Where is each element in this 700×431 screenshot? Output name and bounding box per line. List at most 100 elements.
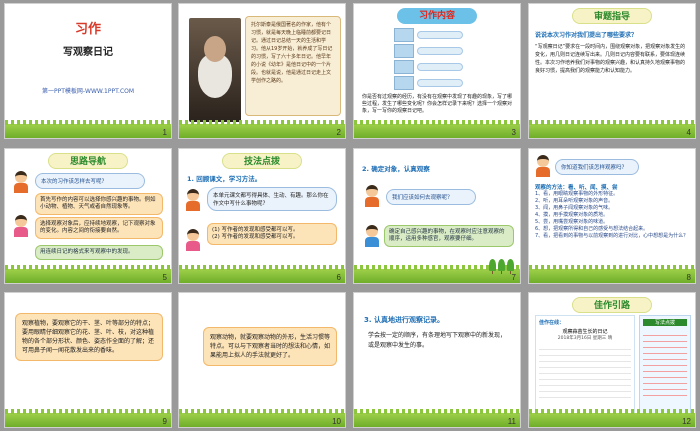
list-item: 3、闻，用鼻子闻观察对象的气味。 (535, 205, 614, 211)
text-scroll: 托尔斯泰是俄国著名的作家，他有个习惯，就是每天晚上临睡前都要记日记。通过日记总结… (245, 16, 341, 116)
list-item: 6、想，把观察所得和自己的感受与想法结合起来。 (535, 226, 649, 232)
slide-thumbnail-7[interactable]: 2. 确定对象，认真观察 我们应该如何去观察呢？ 确定自己感兴趣的事物，在观察时… (353, 148, 521, 284)
list-item (394, 44, 520, 58)
content-box: 观察动物，就要观察动物的外形，生活习惯等特点。可以与下观察者当时的想法和心情，如… (203, 327, 337, 366)
point: (1) 写作者的发现和感受都可以写。 (212, 227, 299, 233)
slide-number: 12 (682, 417, 691, 426)
tree-decoration (489, 259, 514, 274)
item-label (417, 47, 463, 55)
slide-thumbnail-12[interactable]: 佳作引路 佳作在线： 观察蒜苗生长的日记 2018年3月16日 星期三 晴 写法… (528, 292, 696, 428)
slide-thumbnail-1[interactable]: 习作 写观察日记 第一PPT模板网-WWW.1PPT.COM 1 (4, 3, 172, 139)
diary-title: 观察蒜苗生长的日记 (562, 329, 608, 335)
grass-decoration (179, 409, 345, 427)
essay-text (539, 344, 631, 400)
grass-decoration (179, 120, 345, 138)
speech-bubble: 我们应该如何去观察呢？ (386, 189, 476, 205)
photo-icon (394, 60, 414, 74)
slide-heading: 3. 认真地进行观察记录。 (364, 316, 444, 324)
slide-thumbnail-2[interactable]: 托尔斯泰是俄国著名的作家，他有个习惯，就是每天晚上临睡前都要记日记。通过日记总结… (178, 3, 346, 139)
slide-thumbnail-11[interactable]: 3. 认真地进行观察记录。 学会按一定的顺序，有条理地写下观察中的新发现，或是观… (353, 292, 521, 428)
grass-decoration (529, 409, 695, 427)
slide-thumbnail-5[interactable]: 思路导航 本次的习作该怎样去写呢？ 首先写作的内容可以选择你感兴趣的事物。例如小… (4, 148, 172, 284)
photo-icon (394, 44, 414, 58)
photo-icon (394, 76, 414, 90)
grass-decoration (5, 265, 171, 283)
tip-box: 选择观察对象后，应持续地观察，记下观察对象的变化。内容之间的衔接要自然。 (35, 217, 163, 239)
list-item (394, 60, 520, 74)
slide-heading: 2. 确定对象，认真观察 (362, 165, 430, 173)
slide-thumbnail-8[interactable]: 你知道我们该怎样观察吗？ 观察的方法：看、听、闻、摸、尝 1、看，用眼睛观察事物… (528, 148, 696, 284)
slide-number: 6 (336, 273, 341, 282)
photo-icon (394, 28, 414, 42)
grass-decoration (529, 120, 695, 138)
speech-bubble: 你知道我们该怎样观察吗？ (555, 159, 639, 175)
tips-panel: 写法点拨 (639, 315, 691, 415)
list-item: 2、听，用耳朵听观察对象的声音。 (535, 198, 614, 204)
grass-decoration (5, 120, 171, 138)
essay-panel: 佳作在线： 观察蒜苗生长的日记 2018年3月16日 星期三 晴 (535, 315, 635, 415)
slide-heading: 1. 回顾课文，学习方法。 (187, 175, 262, 183)
slide-subtitle: 写观察日记 (63, 47, 113, 58)
tip-box: 用连续日记的格式来写观察中的发现。 (35, 245, 163, 260)
slide-number: 4 (686, 128, 691, 137)
item-label (417, 79, 463, 87)
slide-body: 你是否有过观察的经历，有没有在观察中发现了有趣的现象，写了哪些过程，发生了哪些变… (362, 94, 513, 114)
point: (2) 写作者的发现和感受都可以写。 (212, 234, 299, 240)
slide-thumbnail-9[interactable]: 观察植物，要观察它的干、茎、叶等部分的特点；要用眼睛仔细观察它的花、茎、叶、枝，… (4, 292, 172, 428)
slide-title: 习作 (74, 22, 101, 37)
portrait-image (189, 18, 241, 122)
slide-number: 1 (162, 128, 167, 137)
grass-decoration (179, 265, 345, 283)
slide-body: “写观察日记”要求在一段时间内，围绕观察对象，把观察对象发生的变化，用几则日记连… (535, 44, 686, 74)
diary-date: 2018年3月16日 星期三 晴 (557, 336, 613, 341)
slide-number: 2 (336, 128, 341, 137)
slide-footer: 第一PPT模板网-WWW.1PPT.COM (41, 88, 135, 95)
child-illustration (185, 229, 201, 251)
slide-banner: 习作内容 (397, 8, 477, 24)
item-label (417, 63, 463, 71)
slide-question: 说说本次习作对我们提出了哪些要求？ (535, 32, 638, 39)
slide-number: 8 (686, 273, 691, 282)
child-illustration (535, 155, 551, 177)
slide-body: 学会按一定的顺序，有条理地写下观察中的新发现，或是观察中发生的事。 (368, 332, 507, 349)
slide-banner: 技法点拨 (222, 153, 302, 169)
child-illustration (185, 189, 201, 211)
grass-decoration (5, 409, 171, 427)
slide-number: 11 (507, 417, 516, 426)
child-illustration (364, 185, 380, 207)
slide-banner: 思路导航 (48, 153, 128, 169)
list-item (394, 28, 520, 42)
list-item: 1、看，用眼睛观察事物的外形特征。 (535, 191, 619, 197)
slide-banner: 佳作引路 (572, 297, 652, 313)
slide-number: 5 (162, 273, 167, 282)
list-item (394, 76, 520, 90)
grass-decoration (354, 265, 520, 283)
slide-number: 3 (511, 128, 516, 137)
speech-bubble: 本次的习作该怎样去写呢？ (35, 173, 145, 189)
panel-title: 写法点拨 (643, 319, 687, 326)
tip-box: 确定自己感兴趣的事物，在观察时应注意观察的顺序，运用多种感官，观察要仔细。 (384, 225, 514, 247)
child-illustration (364, 225, 380, 247)
grass-decoration (354, 409, 520, 427)
text-bubble: 本单元课文都写得具体、生动、有趣。那么你在作文中写什么事物呢？ (207, 187, 337, 211)
content-box: 观察植物，要观察它的干、茎、叶等部分的特点；要用眼睛仔细观察它的花、茎、叶、枝，… (15, 313, 163, 361)
slide-thumbnail-3[interactable]: 习作内容 你是否有过观察的经历，有没有在观察中发现了有趣的现象，写了哪些过程，发… (353, 3, 521, 139)
grass-decoration (354, 120, 520, 138)
points-box: (1) 写作者的发现和感受都可以写。 (2) 写作者的发现和感受都可以写。 (207, 223, 337, 245)
tip-box: 首先写作的内容可以选择你感兴趣的事物。例如小动物、植物、天气或者自然现象等。 (35, 193, 163, 215)
image-list (394, 28, 520, 90)
item-label (417, 31, 463, 39)
slide-thumbnail-10[interactable]: 观察动物，就要观察动物的外形，生活习惯等特点。可以与下观察者当时的想法和心情，如… (178, 292, 346, 428)
senses-heading: 观察的方法：看、听、闻、摸、尝 (535, 185, 618, 191)
slide-banner: 审题指导 (572, 8, 652, 24)
child-illustration (13, 171, 29, 193)
slide-grid: 习作 写观察日记 第一PPT模板网-WWW.1PPT.COM 1 托尔斯泰是俄国… (0, 0, 700, 431)
slide-thumbnail-6[interactable]: 技法点拨 1. 回顾课文，学习方法。 本单元课文都写得具体、生动、有趣。那么你在… (178, 148, 346, 284)
panel-title: 佳作在线： (539, 320, 565, 326)
list-item: 7、看，把看到的事物与以前观察到的进行对比，心中想想是为什么？ (535, 233, 689, 239)
grass-decoration (529, 265, 695, 283)
slide-thumbnail-4[interactable]: 审题指导 说说本次习作对我们提出了哪些要求？ “写观察日记”要求在一段时间内，围… (528, 3, 696, 139)
child-illustration (13, 215, 29, 237)
slide-number: 9 (162, 417, 167, 426)
method-list: 观察的方法：看、听、闻、摸、尝 1、看，用眼睛观察事物的外形特征。 2、听，用耳… (535, 183, 693, 240)
